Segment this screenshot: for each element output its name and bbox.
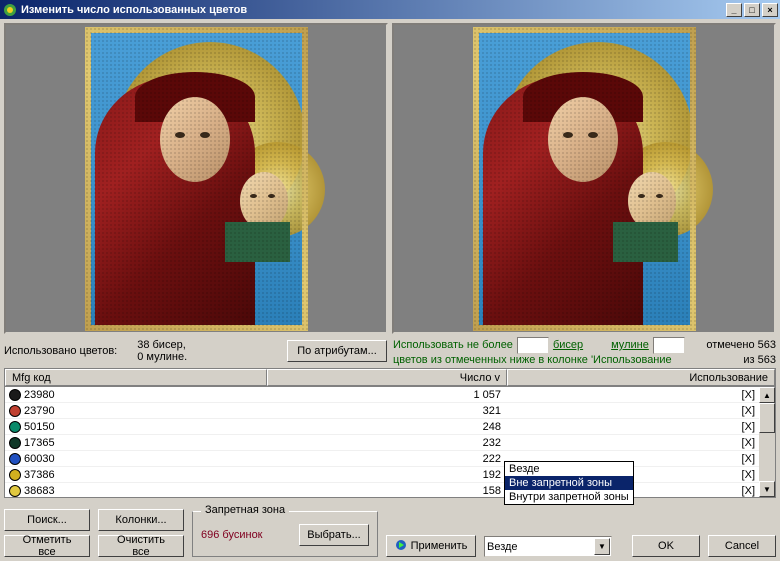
color-swatch-icon (9, 421, 21, 433)
zone-dropdown-list[interactable]: Везде Вне запретной зоны Внутри запретно… (504, 461, 634, 505)
marked-suffix: цветов из отмеченных ниже в колонке 'Исп… (393, 354, 672, 366)
col-usage-header[interactable]: Использование (507, 369, 775, 386)
color-swatch-icon (9, 453, 21, 465)
use-max-label: Использовать не более (393, 339, 513, 351)
of-count: из 563 (743, 354, 776, 366)
floss-max-input[interactable] (653, 337, 685, 354)
usage-value: [X] (507, 437, 775, 449)
mfg-code: 38683 (24, 485, 55, 497)
preview-left (4, 23, 388, 334)
window-title: Изменить число использованных цветов (21, 4, 726, 16)
dropdown-option[interactable]: Вне запретной зоны (505, 476, 633, 490)
search-button[interactable]: Поиск... (4, 509, 90, 531)
table-row[interactable]: 37386192[X] (5, 467, 775, 483)
col-count-header[interactable]: Число v (267, 369, 507, 386)
scroll-down-icon[interactable]: ▼ (759, 481, 775, 497)
maximize-button[interactable]: □ (744, 3, 760, 17)
count-value: 232 (267, 437, 507, 449)
color-swatch-icon (9, 469, 21, 481)
count-value: 192 (267, 469, 507, 481)
colors-table: Mfg код Число v Использование 23980 1 057… (4, 368, 776, 498)
color-swatch-icon (9, 437, 21, 449)
table-row[interactable]: 50150 248[X] (5, 419, 775, 435)
close-button[interactable]: × (762, 3, 778, 17)
floss-link[interactable]: мулине (611, 339, 649, 351)
color-swatch-icon (9, 389, 21, 401)
count-value: 248 (267, 421, 507, 433)
table-row[interactable]: 38683158[X] (5, 483, 775, 498)
zone-combo[interactable]: Везде ▼ (484, 536, 612, 557)
col-mfg-header[interactable]: Mfg код (5, 369, 267, 386)
preview-right (392, 23, 776, 334)
used-colors-label: Использовано цветов: (4, 345, 117, 357)
forbidden-zone-group: Запретная зона 696 бусинок Выбрать... (192, 511, 378, 557)
app-icon (2, 2, 18, 18)
table-row[interactable]: 17365 232[X] (5, 435, 775, 451)
scroll-up-icon[interactable]: ▲ (759, 387, 775, 403)
clear-all-button[interactable]: Очистить все (98, 535, 184, 557)
ok-button[interactable]: OK (632, 535, 700, 557)
count-value: 158 (267, 485, 507, 497)
scroll-thumb[interactable] (759, 403, 775, 433)
table-row[interactable]: 23980 1 057[X] (5, 387, 775, 403)
apply-icon (395, 539, 407, 554)
mark-all-button[interactable]: Отметить все (4, 535, 90, 557)
apply-button[interactable]: Применить (386, 535, 476, 557)
mfg-code: 50150 (24, 421, 55, 433)
color-swatch-icon (9, 485, 21, 497)
color-swatch-icon (9, 405, 21, 417)
chevron-down-icon[interactable]: ▼ (594, 538, 610, 555)
usage-value: [X] (507, 421, 775, 433)
cancel-button[interactable]: Cancel (708, 535, 776, 557)
beads-link[interactable]: бисер (553, 339, 583, 351)
dropdown-option[interactable]: Внутри запретной зоны (505, 490, 633, 504)
mfg-code: 37386 (24, 469, 55, 481)
table-row[interactable]: 60030222[X] (5, 451, 775, 467)
zone-legend: Запретная зона (201, 504, 289, 516)
mfg-code: 23980 (24, 389, 55, 401)
count-value: 1 057 (267, 389, 507, 401)
table-row[interactable]: 23790 321[X] (5, 403, 775, 419)
mfg-code: 60030 (24, 453, 55, 465)
beads-max-input[interactable] (517, 337, 549, 354)
mfg-code: 17365 (24, 437, 55, 449)
dropdown-option[interactable]: Везде (505, 462, 633, 476)
usage-value: [X] (507, 405, 775, 417)
table-scrollbar[interactable]: ▲ ▼ (759, 387, 775, 497)
combo-value: Везде (487, 541, 518, 553)
columns-button[interactable]: Колонки... (98, 509, 184, 531)
marked-count: отмечено 563 (706, 339, 776, 351)
usage-value: [X] (507, 389, 775, 401)
minimize-button[interactable]: _ (726, 3, 742, 17)
title-bar: Изменить число использованных цветов _ □… (0, 0, 780, 19)
by-attributes-button[interactable]: По атрибутам... (287, 340, 387, 362)
zone-bead-count: 696 бусинок (201, 529, 291, 541)
used-beads-value: 38 бисер, (137, 339, 187, 351)
count-value: 222 (267, 453, 507, 465)
mfg-code: 23790 (24, 405, 55, 417)
used-floss-value: 0 мулине. (137, 351, 187, 363)
count-value: 321 (267, 405, 507, 417)
zone-select-button[interactable]: Выбрать... (299, 524, 369, 546)
